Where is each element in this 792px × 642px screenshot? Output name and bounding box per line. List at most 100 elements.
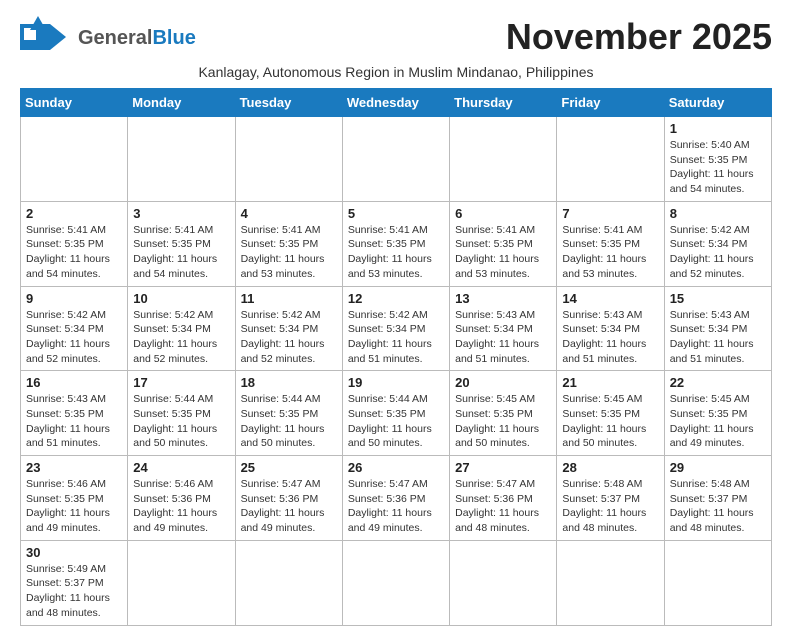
weekday-header-monday: Monday — [128, 89, 235, 117]
day-number: 23 — [26, 460, 122, 475]
day-info: Sunrise: 5:44 AMSunset: 5:35 PMDaylight:… — [348, 392, 444, 451]
day-info: Sunrise: 5:47 AMSunset: 5:36 PMDaylight:… — [348, 477, 444, 536]
calendar-cell: 4 Sunrise: 5:41 AMSunset: 5:35 PMDaylight… — [235, 201, 342, 286]
day-info: Sunrise: 5:43 AMSunset: 5:35 PMDaylight:… — [26, 392, 122, 451]
calendar-cell — [557, 117, 664, 202]
calendar-cell: 16Sunrise: 5:43 AMSunset: 5:35 PMDayligh… — [21, 371, 128, 456]
day-info: Sunrise: 5:43 AMSunset: 5:34 PMDaylight:… — [455, 308, 551, 367]
calendar-cell: 12Sunrise: 5:42 AMSunset: 5:34 PMDayligh… — [342, 286, 449, 371]
calendar-cell — [128, 117, 235, 202]
day-number: 18 — [241, 375, 337, 390]
calendar-cell: 24Sunrise: 5:46 AMSunset: 5:36 PMDayligh… — [128, 456, 235, 541]
calendar-week-row: 16Sunrise: 5:43 AMSunset: 5:35 PMDayligh… — [21, 371, 772, 456]
day-number: 10 — [133, 291, 229, 306]
day-number: 21 — [562, 375, 658, 390]
logo-general-text: General — [78, 27, 152, 49]
day-info: Sunrise: 5:41 AMSunset: 5:35 PMDaylight:… — [455, 223, 551, 282]
day-info: Sunrise: 5:45 AMSunset: 5:35 PMDaylight:… — [562, 392, 658, 451]
day-info: Sunrise: 5:47 AMSunset: 5:36 PMDaylight:… — [241, 477, 337, 536]
calendar-cell: 23 Sunrise: 5:46 AMSunset: 5:35 PMDayligh… — [21, 456, 128, 541]
day-info: Sunrise: 5:41 AMSunset: 5:35 PMDaylight:… — [562, 223, 658, 282]
header: GeneralBlue November 2025 — [20, 16, 772, 60]
calendar-cell: 28 Sunrise: 5:48 AMSunset: 5:37 PMDayligh… — [557, 456, 664, 541]
day-info: Sunrise: 5:41 AMSunset: 5:35 PMDaylight:… — [241, 223, 337, 282]
calendar-cell: 15 Sunrise: 5:43 AMSunset: 5:34 PMDayligh… — [664, 286, 771, 371]
logo: GeneralBlue — [20, 16, 196, 60]
day-number: 3 — [133, 206, 229, 221]
calendar-cell: 8 Sunrise: 5:42 AMSunset: 5:34 PMDaylight… — [664, 201, 771, 286]
calendar-cell: 14Sunrise: 5:43 AMSunset: 5:34 PMDayligh… — [557, 286, 664, 371]
weekday-header-saturday: Saturday — [664, 89, 771, 117]
day-number: 13 — [455, 291, 551, 306]
calendar-cell: 29 Sunrise: 5:48 AMSunset: 5:37 PMDayligh… — [664, 456, 771, 541]
calendar-cell — [450, 117, 557, 202]
day-number: 4 — [241, 206, 337, 221]
calendar-cell: 2Sunrise: 5:41 AMSunset: 5:35 PMDaylight… — [21, 201, 128, 286]
day-info: Sunrise: 5:40 AMSunset: 5:35 PMDaylight:… — [670, 138, 766, 197]
day-info: Sunrise: 5:44 AMSunset: 5:35 PMDaylight:… — [133, 392, 229, 451]
day-number: 29 — [670, 460, 766, 475]
day-info: Sunrise: 5:43 AMSunset: 5:34 PMDaylight:… — [562, 308, 658, 367]
calendar-cell: 26 Sunrise: 5:47 AMSunset: 5:36 PMDayligh… — [342, 456, 449, 541]
day-number: 20 — [455, 375, 551, 390]
calendar-cell: 6 Sunrise: 5:41 AMSunset: 5:35 PMDaylight… — [450, 201, 557, 286]
calendar-cell: 13 Sunrise: 5:43 AMSunset: 5:34 PMDayligh… — [450, 286, 557, 371]
calendar-cell: 27Sunrise: 5:47 AMSunset: 5:36 PMDayligh… — [450, 456, 557, 541]
day-number: 22 — [670, 375, 766, 390]
calendar-cell: 25 Sunrise: 5:47 AMSunset: 5:36 PMDayligh… — [235, 456, 342, 541]
day-info: Sunrise: 5:48 AMSunset: 5:37 PMDaylight:… — [562, 477, 658, 536]
subtitle: Kanlagay, Autonomous Region in Muslim Mi… — [20, 64, 772, 80]
day-number: 11 — [241, 291, 337, 306]
weekday-header-thursday: Thursday — [450, 89, 557, 117]
day-number: 1 — [670, 121, 766, 136]
day-info: Sunrise: 5:43 AMSunset: 5:34 PMDaylight:… — [670, 308, 766, 367]
day-number: 8 — [670, 206, 766, 221]
calendar-cell: 3 Sunrise: 5:41 AMSunset: 5:35 PMDaylight… — [128, 201, 235, 286]
day-number: 17 — [133, 375, 229, 390]
calendar-cell — [342, 117, 449, 202]
calendar-week-row: 23 Sunrise: 5:46 AMSunset: 5:35 PMDayligh… — [21, 456, 772, 541]
day-number: 15 — [670, 291, 766, 306]
calendar-cell: 17 Sunrise: 5:44 AMSunset: 5:35 PMDayligh… — [128, 371, 235, 456]
calendar-cell: 9 Sunrise: 5:42 AMSunset: 5:34 PMDaylight… — [21, 286, 128, 371]
day-info: Sunrise: 5:45 AMSunset: 5:35 PMDaylight:… — [455, 392, 551, 451]
day-info: Sunrise: 5:42 AMSunset: 5:34 PMDaylight:… — [26, 308, 122, 367]
day-number: 30 — [26, 545, 122, 560]
calendar-cell: 1 Sunrise: 5:40 AMSunset: 5:35 PMDaylight… — [664, 117, 771, 202]
calendar-cell: 22 Sunrise: 5:45 AMSunset: 5:35 PMDayligh… — [664, 371, 771, 456]
month-title: November 2025 — [506, 16, 772, 58]
day-number: 25 — [241, 460, 337, 475]
calendar-week-row: 1 Sunrise: 5:40 AMSunset: 5:35 PMDaylight… — [21, 117, 772, 202]
day-number: 24 — [133, 460, 229, 475]
calendar-cell — [21, 117, 128, 202]
calendar-cell: 30Sunrise: 5:49 AMSunset: 5:37 PMDayligh… — [21, 540, 128, 625]
day-info: Sunrise: 5:42 AMSunset: 5:34 PMDaylight:… — [670, 223, 766, 282]
calendar-cell — [450, 540, 557, 625]
day-number: 26 — [348, 460, 444, 475]
calendar-cell — [235, 540, 342, 625]
day-number: 6 — [455, 206, 551, 221]
calendar-cell — [235, 117, 342, 202]
day-number: 7 — [562, 206, 658, 221]
day-number: 9 — [26, 291, 122, 306]
day-info: Sunrise: 5:48 AMSunset: 5:37 PMDaylight:… — [670, 477, 766, 536]
generalblue-logo-icon — [20, 16, 72, 60]
day-info: Sunrise: 5:44 AMSunset: 5:35 PMDaylight:… — [241, 392, 337, 451]
logo-blue-text: Blue — [152, 27, 195, 49]
day-info: Sunrise: 5:41 AMSunset: 5:35 PMDaylight:… — [133, 223, 229, 282]
weekday-header-friday: Friday — [557, 89, 664, 117]
day-info: Sunrise: 5:42 AMSunset: 5:34 PMDaylight:… — [133, 308, 229, 367]
day-info: Sunrise: 5:41 AMSunset: 5:35 PMDaylight:… — [348, 223, 444, 282]
day-info: Sunrise: 5:45 AMSunset: 5:35 PMDaylight:… — [670, 392, 766, 451]
day-number: 5 — [348, 206, 444, 221]
calendar-cell: 19Sunrise: 5:44 AMSunset: 5:35 PMDayligh… — [342, 371, 449, 456]
calendar-week-row: 30Sunrise: 5:49 AMSunset: 5:37 PMDayligh… — [21, 540, 772, 625]
day-info: Sunrise: 5:47 AMSunset: 5:36 PMDaylight:… — [455, 477, 551, 536]
day-info: Sunrise: 5:46 AMSunset: 5:35 PMDaylight:… — [26, 477, 122, 536]
calendar-cell — [557, 540, 664, 625]
day-number: 28 — [562, 460, 658, 475]
calendar-cell — [664, 540, 771, 625]
calendar-cell: 7 Sunrise: 5:41 AMSunset: 5:35 PMDaylight… — [557, 201, 664, 286]
day-info: Sunrise: 5:42 AMSunset: 5:34 PMDaylight:… — [241, 308, 337, 367]
calendar-cell — [342, 540, 449, 625]
